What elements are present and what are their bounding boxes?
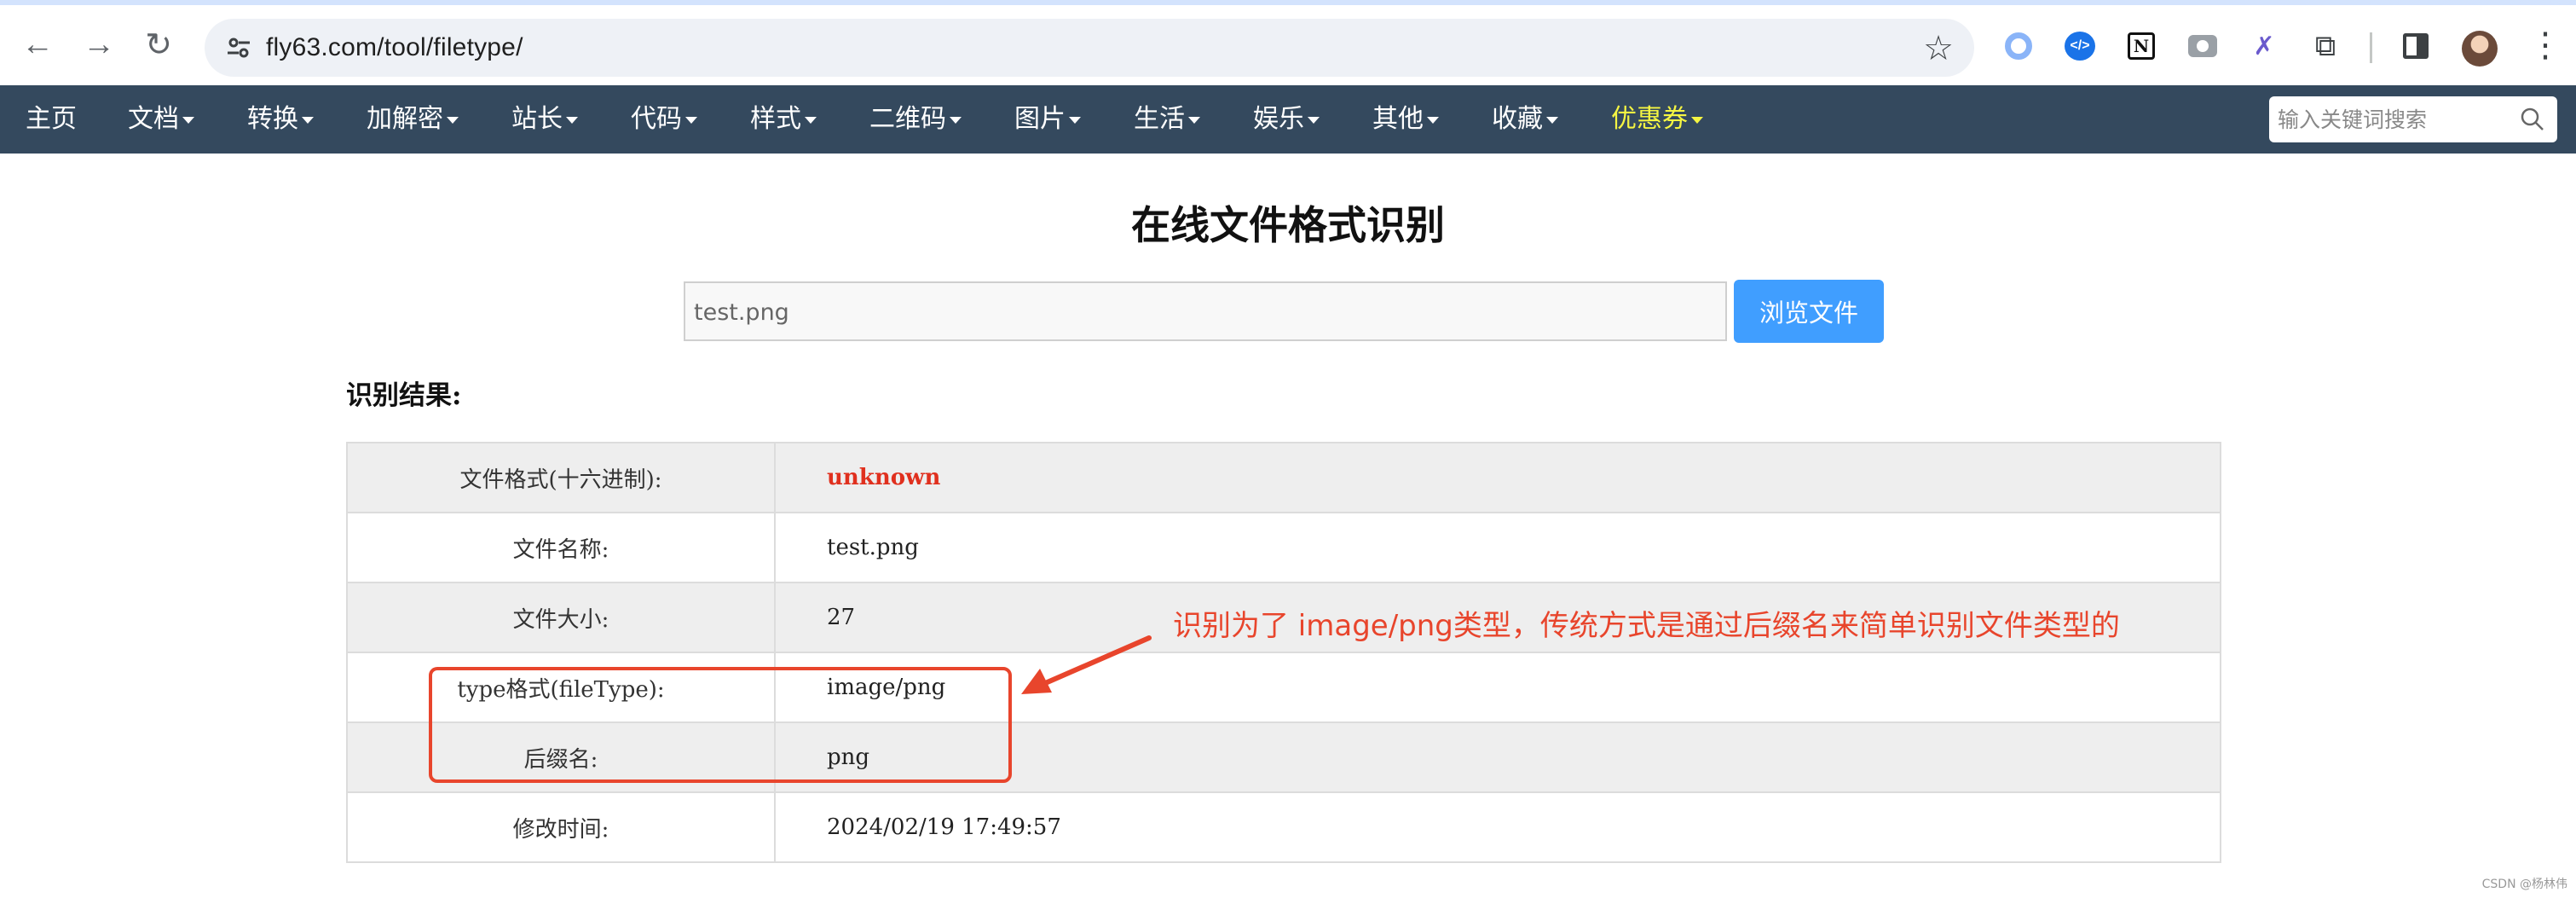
browse-file-button[interactable]: 浏览文件 — [1734, 280, 1884, 343]
site-search — [2269, 96, 2557, 142]
row-key-file-name: 文件名称: — [346, 512, 776, 583]
table-row: 修改时间: 2024/02/19 17:49:57 — [346, 791, 2221, 863]
row-key-hex-format: 文件格式(十六进制): — [346, 442, 776, 513]
back-arrow-icon[interactable]: ← — [17, 24, 58, 65]
nav-item-qrcode[interactable]: 二维码 — [869, 85, 962, 154]
nav-item-coupons[interactable]: 优惠券 — [1611, 85, 1703, 154]
caret-down-icon — [1069, 116, 1081, 124]
site-info-icon[interactable] — [223, 32, 254, 63]
browser-toolbar: ← → ↻ fly63.com/tool/filetype/ ☆ </> N ✗… — [0, 0, 2576, 85]
nav-item-other[interactable]: 其他 — [1372, 85, 1439, 154]
annotation-text: 识别为了 image/png类型，传统方式是通过后缀名来简单识别文件类型的 — [1173, 609, 2120, 643]
nav-item-entertainment[interactable]: 娱乐 — [1253, 85, 1320, 154]
bookmark-star-icon[interactable]: ☆ — [1923, 29, 1954, 68]
file-path-field[interactable] — [684, 281, 1727, 341]
search-icon[interactable] — [2520, 107, 2545, 132]
row-value-hex-format: unknown — [774, 442, 2221, 513]
nav-item-crypto[interactable]: 加解密 — [367, 85, 459, 154]
address-bar[interactable]: fly63.com/tool/filetype/ ☆ — [205, 19, 1974, 77]
annotation-highlight-box — [429, 667, 1012, 783]
profile-avatar[interactable] — [2462, 31, 2498, 67]
nav-item-docs[interactable]: 文档 — [128, 85, 194, 154]
notion-icon[interactable]: N — [2124, 29, 2158, 63]
side-panel-icon[interactable] — [2399, 29, 2433, 63]
result-heading: 识别结果: — [346, 380, 462, 411]
caret-down-icon — [447, 116, 459, 124]
camera-icon[interactable] — [2186, 29, 2220, 63]
caret-down-icon — [1691, 116, 1703, 124]
search-input[interactable] — [2278, 103, 2508, 136]
url-text: fly63.com/tool/filetype/ — [266, 33, 523, 61]
extension-x-icon[interactable]: ✗ — [2247, 29, 2281, 63]
site-nav-bar: 主页 文档 转换 加解密 站长 代码 样式 二维码 图片 生活 娱乐 其他 收藏… — [0, 85, 2576, 154]
table-row: 文件格式(十六进制): unknown — [346, 442, 2221, 513]
page-title: 在线文件格式识别 — [1131, 202, 1445, 248]
toolbar-divider — [2370, 32, 2372, 63]
nav-item-code[interactable]: 代码 — [631, 85, 697, 154]
caret-down-icon — [805, 116, 817, 124]
row-value-file-name: test.png — [774, 512, 2221, 583]
nav-item-webmaster[interactable]: 站长 — [511, 85, 578, 154]
result-table: 文件格式(十六进制): unknown 文件名称: test.png 文件大小:… — [346, 442, 2221, 863]
row-key-file-size: 文件大小: — [346, 582, 776, 653]
extension-circle-icon[interactable] — [2001, 29, 2036, 63]
annotation-arrow-icon — [1021, 635, 1152, 694]
caret-down-icon — [1546, 116, 1558, 124]
nav-item-styles[interactable]: 样式 — [750, 85, 817, 154]
caret-down-icon — [1188, 116, 1200, 124]
table-row: 文件名称: test.png — [346, 512, 2221, 583]
more-menu-icon[interactable]: ⋮ — [2528, 26, 2562, 65]
nav-item-life[interactable]: 生活 — [1134, 85, 1200, 154]
nav-item-convert[interactable]: 转换 — [247, 85, 314, 154]
caret-down-icon — [1308, 116, 1320, 124]
nav-item-home[interactable]: 主页 — [26, 85, 77, 154]
nav-item-images[interactable]: 图片 — [1014, 85, 1081, 154]
extension-chat-icon[interactable]: </> — [2063, 29, 2097, 63]
nav-item-favorites[interactable]: 收藏 — [1492, 85, 1558, 154]
caret-down-icon — [685, 116, 697, 124]
caret-down-icon — [1427, 116, 1439, 124]
extensions-puzzle-icon[interactable]: ⧉ — [2308, 29, 2342, 63]
reload-icon[interactable]: ↻ — [138, 24, 179, 65]
file-path-input[interactable] — [694, 295, 1700, 329]
row-value-modified-time: 2024/02/19 17:49:57 — [774, 791, 2221, 863]
caret-down-icon — [302, 116, 314, 124]
caret-down-icon — [950, 116, 962, 124]
watermark: CSDN @杨林伟 — [2481, 878, 2567, 891]
row-key-modified-time: 修改时间: — [346, 791, 776, 863]
forward-arrow-icon[interactable]: → — [78, 24, 119, 65]
caret-down-icon — [566, 116, 578, 124]
caret-down-icon — [182, 116, 194, 124]
